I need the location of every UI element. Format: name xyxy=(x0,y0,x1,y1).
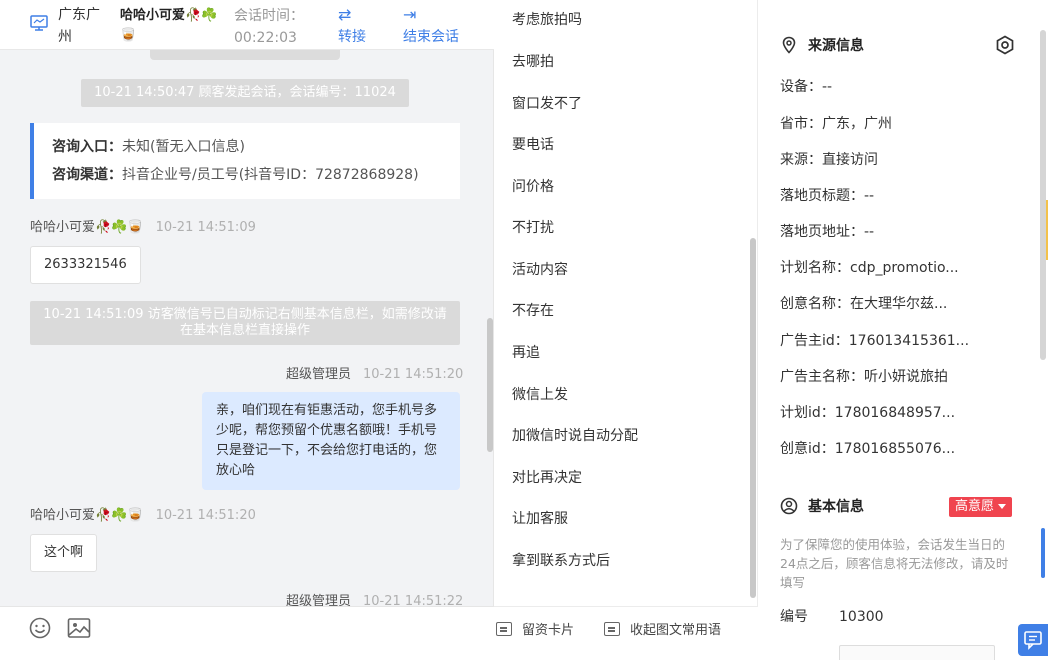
quick-reply-item[interactable]: 再追 xyxy=(512,342,540,364)
message-sender: 哈哈小可爱🥀☘️🥃 xyxy=(30,220,144,235)
message-time: 10-21 14:51:20 xyxy=(155,508,256,523)
info-creative-id[interactable]: 创意id：178016855076... xyxy=(780,439,980,459)
info-creative-name[interactable]: 创意名称：在大理华尔兹... xyxy=(780,294,980,314)
chat-header: 广东广州 哈哈小可爱🥀☘️🥃 会话时间： 00:22:03 ⇄ 转接 ⇥ 结束会… xyxy=(0,0,494,50)
chat-icon xyxy=(1024,631,1042,650)
system-message-wechat: 10-21 14:51:09 访客微信号已自动标记右侧基本信息栏，如需修改请在基… xyxy=(30,301,460,345)
smile-icon[interactable] xyxy=(29,617,51,639)
exit-icon: ⇥ xyxy=(403,5,417,24)
info-province: 省市：广东，广州 xyxy=(780,116,892,132)
image-icon[interactable] xyxy=(67,617,91,639)
quick-reply-scrollbar[interactable] xyxy=(750,238,756,598)
chat-scrollbar[interactable] xyxy=(487,318,493,452)
incoming-message-bubble[interactable]: 2633321546 xyxy=(30,246,141,284)
channel-label: 咨询渠道： xyxy=(52,167,122,183)
collapse-phrases-label: 收起图文常用语 xyxy=(630,623,722,638)
consult-entry-card: 咨询入口：未知(暂无入口信息) 咨询渠道：抖音企业号/员工号(抖音号ID：728… xyxy=(30,123,460,199)
quick-reply-footer: 留资卡片 收起图文常用语 xyxy=(494,606,758,660)
transfer-button[interactable]: ⇄ 转接 xyxy=(338,4,366,48)
quick-reply-item[interactable]: 加微信时说自动分配 xyxy=(512,425,638,447)
previous-message-edge xyxy=(150,50,340,60)
info-landing-title: 落地页标题：-- xyxy=(780,188,875,204)
quick-reply-panel: 考虑旅拍吗 去哪拍 窗口发不了 要电话 问价格 不打扰 活动内容 不存在 再追 … xyxy=(494,0,758,660)
quick-reply-item[interactable]: 问价格 xyxy=(512,176,554,198)
info-device: 设备：-- xyxy=(780,79,833,95)
info-source: 来源：直接访问 xyxy=(780,152,878,168)
lead-card-label: 留资卡片 xyxy=(522,623,575,638)
quick-reply-item[interactable]: 活动内容 xyxy=(512,259,568,281)
system-message-session-start: 10-21 14:50:47 顾客发起会话，会话编号：11024 xyxy=(81,79,409,107)
source-info-label: 来源信息 xyxy=(808,38,864,54)
source-info-title: 来源信息 xyxy=(780,35,864,57)
outgoing-message-bubble[interactable]: 亲，咱们现在有钜惠活动，您手机号多少呢，帮您预留个优惠名额哦！手机号只是登记一下… xyxy=(202,392,460,490)
page-scroll-indicator[interactable] xyxy=(1041,528,1045,578)
channel-row: 咨询渠道：抖音企业号/员工号(抖音号ID：72872868928) xyxy=(52,161,442,189)
channel-value: 抖音企业号/员工号(抖音号ID：72872868928) xyxy=(122,167,419,183)
session-time-value: 00:22:03 xyxy=(234,30,297,46)
settings-hex-icon[interactable] xyxy=(995,35,1015,55)
next-field-input[interactable] xyxy=(839,645,995,660)
info-plan-id[interactable]: 计划id：178016848957... xyxy=(780,403,980,423)
comment-icon xyxy=(604,622,620,636)
visitor-info-panel: 来源信息 设备：-- 省市：广东，广州 来源：直接访问 落地页标题：-- 落地页… xyxy=(758,0,1048,660)
end-session-button[interactable]: ⇥ 结束会话 xyxy=(403,4,459,48)
quick-reply-item[interactable]: 让加客服 xyxy=(512,508,568,530)
quick-reply-item[interactable]: 要电话 xyxy=(512,134,554,156)
message-meta: 哈哈小可爱🥀☘️🥃 10-21 14:51:09 xyxy=(30,219,256,237)
quick-reply-item[interactable]: 不打扰 xyxy=(512,217,554,239)
feedback-button[interactable] xyxy=(1018,624,1048,656)
visitor-name: 哈哈小可爱🥀☘️🥃 xyxy=(120,8,218,43)
monitor-icon xyxy=(30,15,48,31)
quick-reply-item[interactable]: 窗口发不了 xyxy=(512,93,582,115)
basic-info-label: 基本信息 xyxy=(808,499,864,515)
incoming-message-bubble[interactable]: 这个啊 xyxy=(30,534,98,572)
quick-reply-item[interactable]: 微信上发 xyxy=(512,384,568,406)
transfer-icon: ⇄ xyxy=(338,5,352,24)
session-time-label: 会话时间： xyxy=(234,8,304,24)
location-pin-icon xyxy=(782,36,796,54)
message-meta: 哈哈小可爱🥀☘️🥃 10-21 14:51:20 xyxy=(30,507,256,525)
entry-label: 咨询入口： xyxy=(52,139,122,155)
basic-info-title: 基本信息 xyxy=(780,496,864,518)
message-meta: 超级管理员 10-21 14:51:20 xyxy=(286,366,463,384)
info-advertiser-name: 广告主名称：听小妍说旅拍 xyxy=(780,369,948,385)
info-plan-name[interactable]: 计划名称：cdp_promotio... xyxy=(780,258,980,278)
entry-value: 未知(暂无入口信息) xyxy=(122,139,245,155)
message-time: 10-21 14:51:22 xyxy=(363,594,464,606)
visitor-id-value: 10300 xyxy=(839,609,884,625)
quick-reply-item[interactable]: 拿到联系方式后 xyxy=(512,550,610,572)
message-sender: 哈哈小可爱🥀☘️🥃 xyxy=(30,508,144,523)
comment-icon xyxy=(496,622,512,636)
lead-card-button[interactable]: 留资卡片 xyxy=(496,621,574,641)
quick-reply-item[interactable]: 不存在 xyxy=(512,300,554,322)
message-sender: 超级管理员 xyxy=(286,594,352,606)
message-time: 10-21 14:51:20 xyxy=(363,367,464,382)
collapse-phrases-button[interactable]: 收起图文常用语 xyxy=(604,621,721,641)
quick-reply-item[interactable]: 去哪拍 xyxy=(512,51,554,73)
transfer-label: 转接 xyxy=(338,29,366,45)
edit-notice: 为了保障您的使用体验，会话发生当日的24点之后，顾客信息将无法修改，请及时填写 xyxy=(780,537,1009,590)
chat-toolbar xyxy=(0,606,494,660)
message-time: 10-21 14:51:09 xyxy=(155,220,256,235)
quick-reply-item[interactable]: 考虑旅拍吗 xyxy=(512,9,582,31)
message-sender: 超级管理员 xyxy=(286,367,352,382)
info-scrollbar[interactable] xyxy=(1040,30,1046,360)
info-landing-url: 落地页地址：-- xyxy=(780,224,875,240)
chat-panel: 广东广州 哈哈小可爱🥀☘️🥃 会话时间： 00:22:03 ⇄ 转接 ⇥ 结束会… xyxy=(0,0,494,660)
quick-reply-item[interactable]: 对比再决定 xyxy=(512,467,582,489)
message-meta: 超级管理员 10-21 14:51:22 xyxy=(286,593,463,606)
visitor-region: 广东广州 xyxy=(58,7,100,45)
visitor-id-label: 编号 xyxy=(780,609,808,625)
quick-reply-list: 考虑旅拍吗 去哪拍 窗口发不了 要电话 问价格 不打扰 活动内容 不存在 再追 … xyxy=(494,0,744,600)
info-advertiser-id[interactable]: 广告主id：176013415361... xyxy=(780,331,980,351)
user-circle-icon xyxy=(780,497,798,515)
entry-row: 咨询入口：未知(暂无入口信息) xyxy=(52,133,442,161)
end-session-label: 结束会话 xyxy=(403,29,459,45)
message-list[interactable]: 10-21 14:50:47 顾客发起会话，会话编号：11024 咨询入口：未知… xyxy=(0,50,494,606)
intent-level-dropdown[interactable]: 高意愿 xyxy=(949,497,1013,517)
